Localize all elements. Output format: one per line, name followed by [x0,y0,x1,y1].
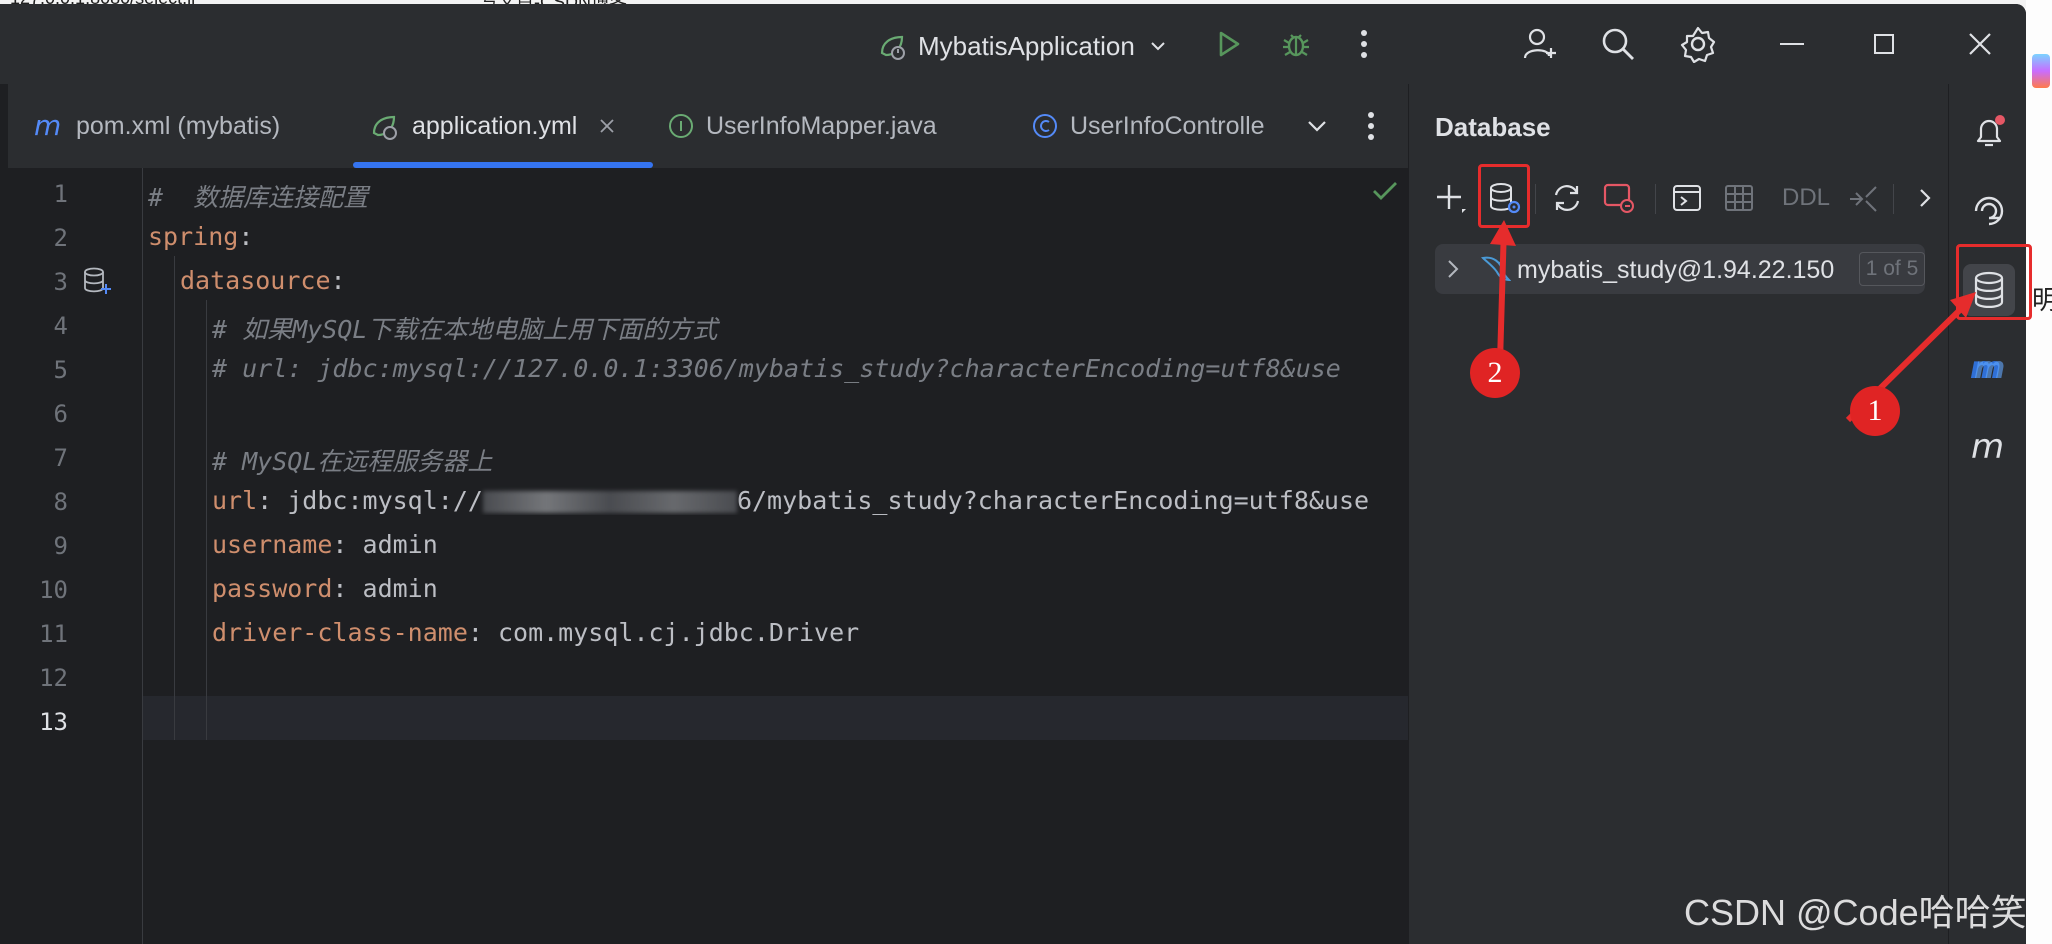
annotation-marker-1: 1 [1850,386,1900,436]
watermark-text: CSDN @Code哈哈笑 [1684,892,2027,933]
annotation-arrows [1490,220,1976,423]
annotation-marker-2: 2 [1470,348,1520,398]
